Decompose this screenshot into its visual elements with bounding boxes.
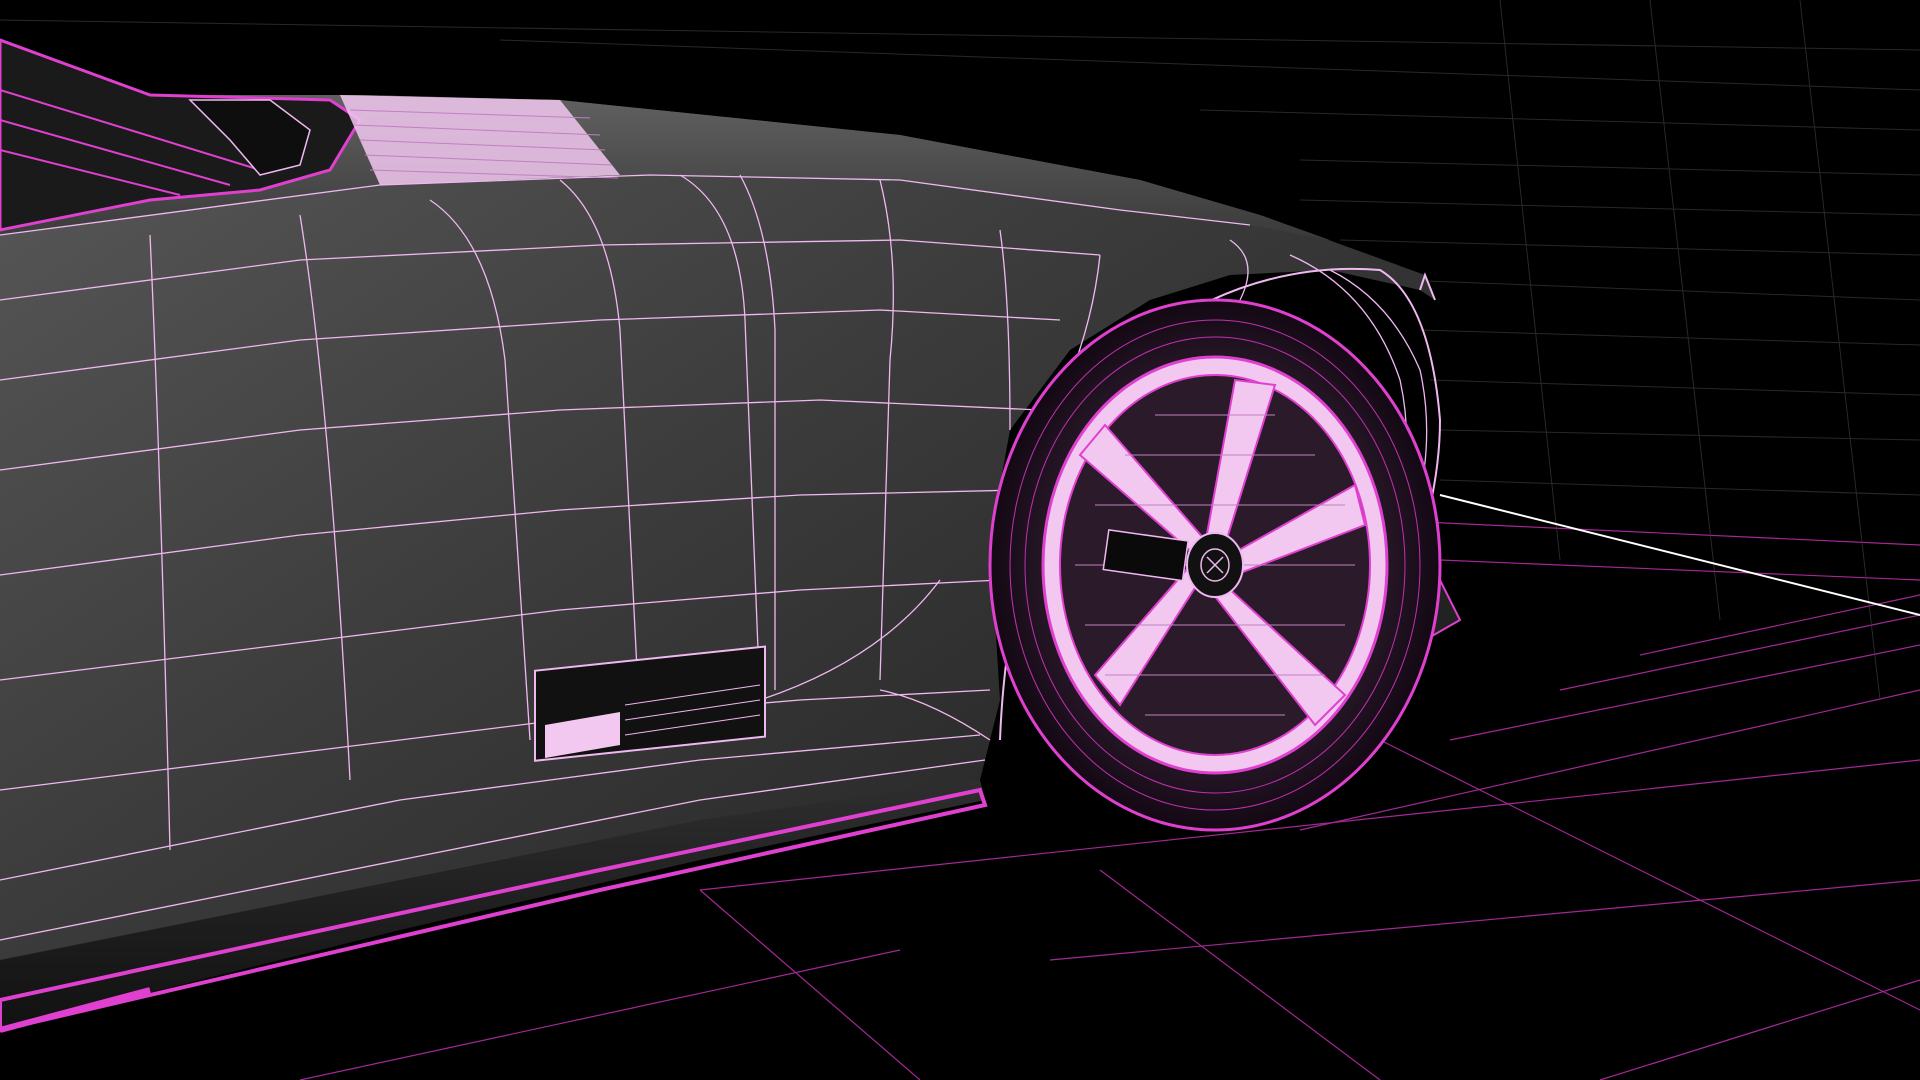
wheel-hub-icon <box>1186 532 1244 598</box>
front-wheel-icon[interactable] <box>988 298 1442 832</box>
floor-axis-line <box>1439 494 1920 616</box>
wireframe-render <box>0 0 1920 1080</box>
3d-viewport[interactable] <box>0 0 1920 1080</box>
